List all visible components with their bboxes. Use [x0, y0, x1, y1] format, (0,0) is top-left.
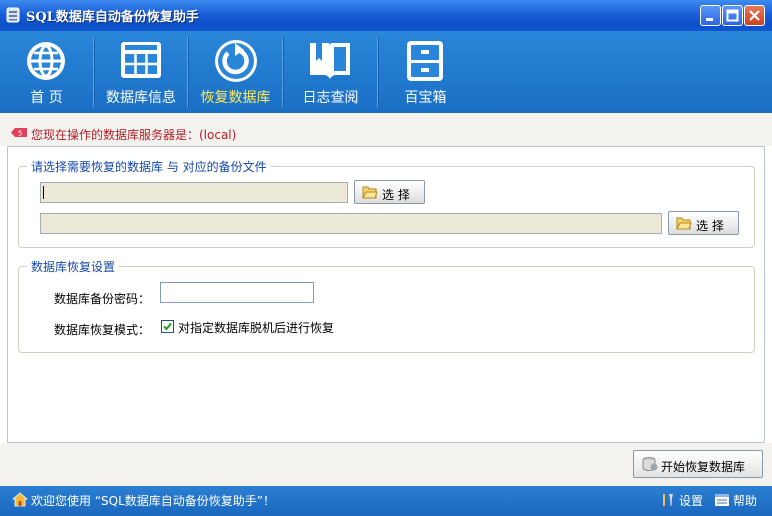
backup-password-label: 数据库备份密码：	[54, 292, 151, 306]
minimize-icon	[706, 18, 713, 21]
tab-toolbox[interactable]: 百宝箱	[379, 31, 472, 113]
maximize-icon	[726, 9, 739, 22]
server-info-bar: 5 您现在操作的数据库服务器是：(local)	[0, 113, 772, 146]
close-button[interactable]	[744, 5, 765, 26]
server-info-text: 您现在操作的数据库服务器是：(local)	[31, 128, 237, 142]
svg-text:5: 5	[18, 130, 22, 138]
choose-backup-file-label: 选 择	[696, 219, 724, 233]
window-title: SQL数据库自动备份恢复助手	[26, 10, 199, 25]
tools-icon	[663, 494, 673, 506]
book-icon	[310, 43, 350, 79]
database-table-icon	[121, 42, 161, 78]
backup-file-field[interactable]	[40, 213, 662, 234]
tab-restore-database[interactable]: 恢复数据库	[189, 31, 282, 113]
restore-mode-label: 数据库恢复模式：	[54, 323, 151, 337]
choose-database-button[interactable]: 选 择	[354, 180, 425, 204]
database-restore-icon	[642, 457, 658, 471]
restore-settings-legend: 数据库恢复设置	[31, 260, 116, 274]
folder-icon	[362, 186, 378, 199]
tab-log-view[interactable]: 日志查阅	[284, 31, 377, 113]
checkmark-icon	[163, 322, 172, 331]
help-button[interactable]: 帮助	[714, 490, 764, 510]
offline-restore-label[interactable]: 对指定数据库脱机后进行恢复	[178, 319, 334, 336]
settings-button[interactable]: 设置	[660, 490, 706, 510]
main-toolbar: 首 页 数据库信息 恢复数据库 日志查阅 百宝箱	[0, 31, 772, 113]
globe-icon	[27, 42, 65, 80]
help-label: 帮助	[733, 494, 758, 508]
tab-home-label: 首 页	[30, 90, 63, 106]
help-book-icon	[715, 494, 729, 506]
cabinet-icon	[407, 41, 443, 81]
status-bar: 欢迎您使用 “SQL数据库自动备份恢复助手”！ 设置 帮助	[0, 486, 772, 516]
tab-restore-database-label: 恢复数据库	[200, 90, 271, 106]
tab-toolbox-label: 百宝箱	[404, 90, 447, 106]
tab-database-info-label: 数据库信息	[106, 90, 176, 106]
database-select-field[interactable]	[40, 182, 348, 203]
minimize-button[interactable]	[700, 5, 721, 26]
settings-label: 设置	[679, 494, 704, 508]
restore-panel: 请选择需要恢复的数据库 与 对应的备份文件 选 择 选 择 数据库恢复设置 数据…	[7, 146, 765, 443]
tag-icon: 5	[11, 128, 27, 137]
offline-restore-checkbox[interactable]	[161, 320, 174, 333]
start-restore-label: 开始恢复数据库	[661, 460, 746, 474]
tab-database-info[interactable]: 数据库信息	[95, 31, 187, 113]
tab-log-view-label: 日志查阅	[302, 90, 359, 106]
start-restore-button[interactable]: 开始恢复数据库	[633, 450, 763, 478]
maximize-button[interactable]	[722, 5, 743, 26]
choose-backup-file-button[interactable]: 选 择	[668, 211, 739, 235]
database-app-icon	[6, 7, 20, 23]
title-bar[interactable]: SQL数据库自动备份恢复助手	[0, 0, 772, 31]
restore-source-legend: 请选择需要恢复的数据库 与 对应的备份文件	[31, 160, 267, 174]
welcome-message: 欢迎您使用 “SQL数据库自动备份恢复助手”！	[31, 494, 275, 508]
text-caret	[43, 186, 44, 199]
tab-home[interactable]: 首 页	[0, 31, 93, 113]
home-icon	[12, 492, 28, 507]
backup-password-input[interactable]	[160, 282, 314, 303]
choose-database-label: 选 择	[382, 188, 410, 202]
folder-icon	[676, 217, 692, 230]
restore-icon	[215, 40, 257, 82]
close-icon	[749, 10, 760, 21]
